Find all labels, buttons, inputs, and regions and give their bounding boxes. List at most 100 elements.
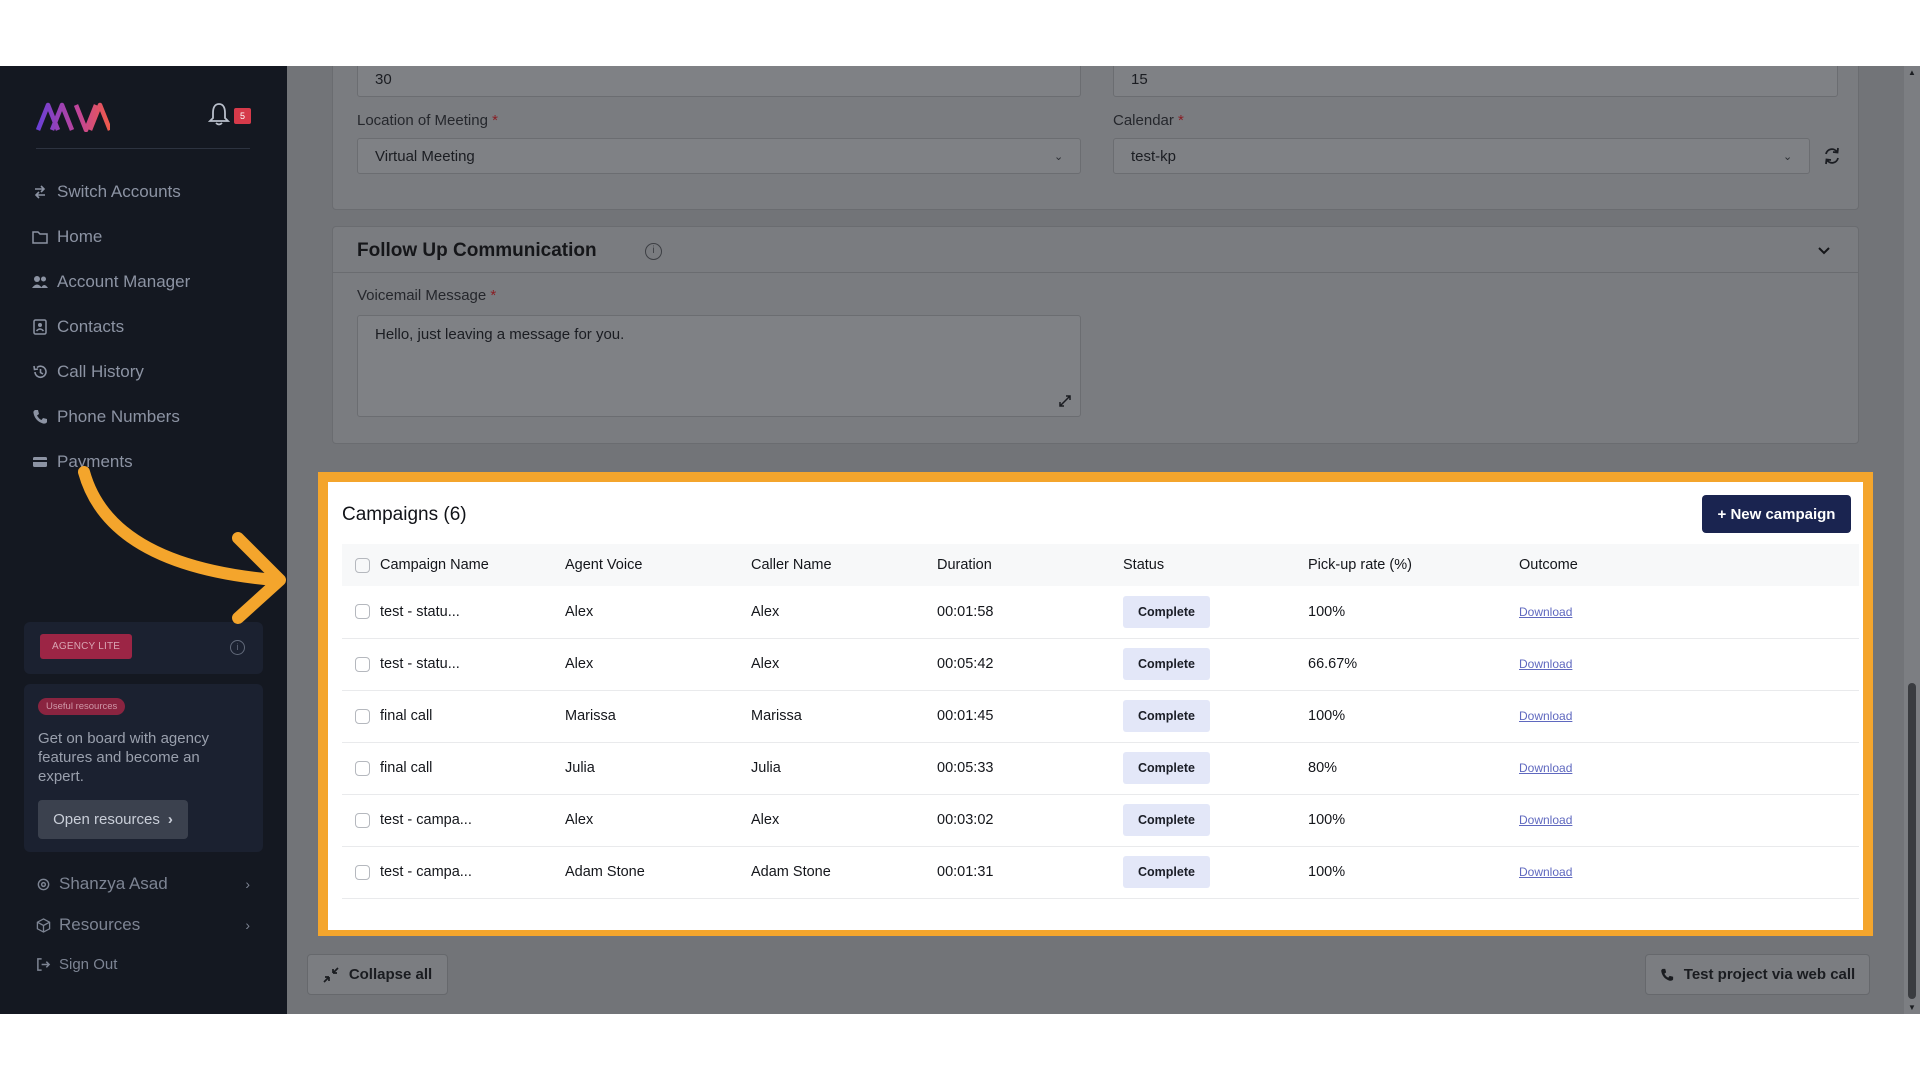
campaign-name-cell: test - campa... xyxy=(342,794,565,847)
chevron-right-icon: › xyxy=(245,876,250,892)
scroll-thumb[interactable] xyxy=(1908,683,1916,999)
refresh-icon[interactable] xyxy=(1822,146,1842,166)
collapse-all-label: Collapse all xyxy=(348,966,433,983)
required-mark: * xyxy=(490,287,497,304)
open-resources-button[interactable]: Open resources › xyxy=(38,800,188,839)
select-all-checkbox[interactable] xyxy=(355,557,370,573)
app-frame: 5 Switch Accounts Home Account Manager C… xyxy=(0,66,1920,1014)
expand-icon[interactable] xyxy=(1058,394,1072,408)
card-icon xyxy=(33,457,47,467)
status-cell: Complete xyxy=(1123,794,1308,847)
chevron-down-icon[interactable] xyxy=(1816,242,1832,258)
caller-name-cell: Alex xyxy=(751,638,937,691)
new-campaign-button[interactable]: + New campaign xyxy=(1702,495,1851,533)
test-web-call-button[interactable]: Test project via web call xyxy=(1645,954,1870,995)
sidebar-item-label: Payments xyxy=(57,452,133,471)
sidebar-item-label: Switch Accounts xyxy=(57,182,181,201)
phone-icon xyxy=(1660,968,1673,981)
download-link[interactable]: Download xyxy=(1519,813,1572,827)
bell-icon[interactable] xyxy=(208,102,230,126)
outcome-cell: Download xyxy=(1519,846,1859,899)
chevron-right-icon: › xyxy=(167,811,173,828)
scroll-down-icon[interactable]: ▼ xyxy=(1908,1003,1916,1012)
table-row[interactable]: test - statu... Alex Alex 00:05:42 Compl… xyxy=(342,638,1859,691)
top-left-input-value: 30 xyxy=(375,70,392,88)
column-header-status: Status xyxy=(1123,544,1308,586)
top-right-input[interactable]: 15 xyxy=(1113,66,1838,97)
status-badge: Complete xyxy=(1123,804,1210,836)
campaigns-table: Campaign Name Agent Voice Caller Name Du… xyxy=(342,544,1859,899)
column-header-campaign-name[interactable]: Campaign Name xyxy=(342,544,565,586)
duration-cell: 00:01:58 xyxy=(937,586,1123,639)
scrollbar[interactable]: ▲ ▼ xyxy=(1904,66,1920,1014)
table-row[interactable]: test - campa... Alex Alex 00:03:02 Compl… xyxy=(342,794,1859,847)
row-checkbox[interactable] xyxy=(355,604,370,620)
sidebar-item-call-history[interactable]: Call History xyxy=(32,359,144,385)
required-mark: * xyxy=(492,112,498,129)
agent-voice-cell: Julia xyxy=(565,742,751,795)
collapse-all-button[interactable]: Collapse all xyxy=(307,954,448,995)
table-row[interactable]: test - campa... Adam Stone Adam Stone 00… xyxy=(342,846,1859,899)
campaign-name-cell: final call xyxy=(342,690,565,743)
scroll-up-icon[interactable]: ▲ xyxy=(1908,68,1916,77)
voicemail-textarea[interactable]: Hello, just leaving a message for you. xyxy=(357,315,1081,417)
sidebar-item-home[interactable]: Home xyxy=(32,224,102,250)
outcome-cell: Download xyxy=(1519,638,1859,691)
campaign-name-cell: test - statu... xyxy=(342,638,565,691)
phone-icon xyxy=(33,410,47,424)
resources-menu[interactable]: Resources › xyxy=(36,913,256,937)
plan-badge: AGENCY LITE xyxy=(40,634,133,659)
sidebar-item-contacts[interactable]: Contacts xyxy=(32,314,124,340)
status-badge: Complete xyxy=(1123,856,1210,888)
agent-voice-cell: Alex xyxy=(565,586,751,639)
duration-cell: 00:01:45 xyxy=(937,690,1123,743)
agent-voice-cell: Alex xyxy=(565,794,751,847)
status-cell: Complete xyxy=(1123,742,1308,795)
row-checkbox[interactable] xyxy=(355,760,370,776)
row-checkbox[interactable] xyxy=(355,812,370,828)
follow-up-header[interactable]: Follow Up Communication i xyxy=(333,227,1858,273)
useful-resources-badge: Useful resources xyxy=(38,698,126,715)
footer-bar: Collapse all Test project via web call xyxy=(287,936,1904,1014)
sidebar-item-account-manager[interactable]: Account Manager xyxy=(32,269,190,295)
column-header-agent-voice: Agent Voice xyxy=(565,544,751,586)
table-row[interactable]: final call Marissa Marissa 00:01:45 Comp… xyxy=(342,690,1859,743)
sign-out-icon xyxy=(37,957,51,971)
status-cell: Complete xyxy=(1123,846,1308,899)
sidebar-item-label: Call History xyxy=(57,362,144,381)
column-header-pickup-rate: Pick-up rate (%) xyxy=(1308,544,1519,586)
sign-out-label: Sign Out xyxy=(59,955,118,973)
campaigns-title: Campaigns (6) xyxy=(342,504,467,525)
sign-out-button[interactable]: Sign Out xyxy=(36,952,256,976)
download-link[interactable]: Download xyxy=(1519,761,1572,775)
row-checkbox[interactable] xyxy=(355,656,370,672)
pickup-rate-cell: 80% xyxy=(1308,742,1519,795)
info-icon[interactable]: i xyxy=(645,243,662,260)
column-header-duration: Duration xyxy=(937,544,1123,586)
location-select-value: Virtual Meeting xyxy=(375,147,475,165)
switch-icon xyxy=(34,185,46,199)
sidebar-item-switch-accounts[interactable]: Switch Accounts xyxy=(32,179,181,205)
top-left-input[interactable]: 30 xyxy=(357,66,1081,97)
download-link[interactable]: Download xyxy=(1519,657,1572,671)
campaign-name: final call xyxy=(380,708,433,724)
outcome-cell: Download xyxy=(1519,690,1859,743)
row-checkbox[interactable] xyxy=(355,708,370,724)
download-link[interactable]: Download xyxy=(1519,865,1572,879)
caller-name-cell: Alex xyxy=(751,794,937,847)
calendar-select[interactable]: test-kp ⌄ xyxy=(1113,138,1810,174)
download-link[interactable]: Download xyxy=(1519,605,1572,619)
status-badge: Complete xyxy=(1123,648,1210,680)
calendar-label-text: Calendar xyxy=(1113,112,1174,129)
location-select[interactable]: Virtual Meeting ⌄ xyxy=(357,138,1081,174)
column-label: Campaign Name xyxy=(380,557,489,573)
column-header-outcome: Outcome xyxy=(1519,544,1859,586)
download-link[interactable]: Download xyxy=(1519,709,1572,723)
sidebar-item-payments[interactable]: Payments xyxy=(32,449,133,475)
table-row[interactable]: final call Julia Julia 00:05:33 Complete… xyxy=(342,742,1859,795)
table-row[interactable]: test - statu... Alex Alex 00:01:58 Compl… xyxy=(342,586,1859,639)
user-menu[interactable]: Shanzya Asad › xyxy=(36,872,256,896)
info-icon[interactable]: i xyxy=(230,640,245,655)
sidebar-item-phone-numbers[interactable]: Phone Numbers xyxy=(32,404,180,430)
row-checkbox[interactable] xyxy=(355,864,370,880)
